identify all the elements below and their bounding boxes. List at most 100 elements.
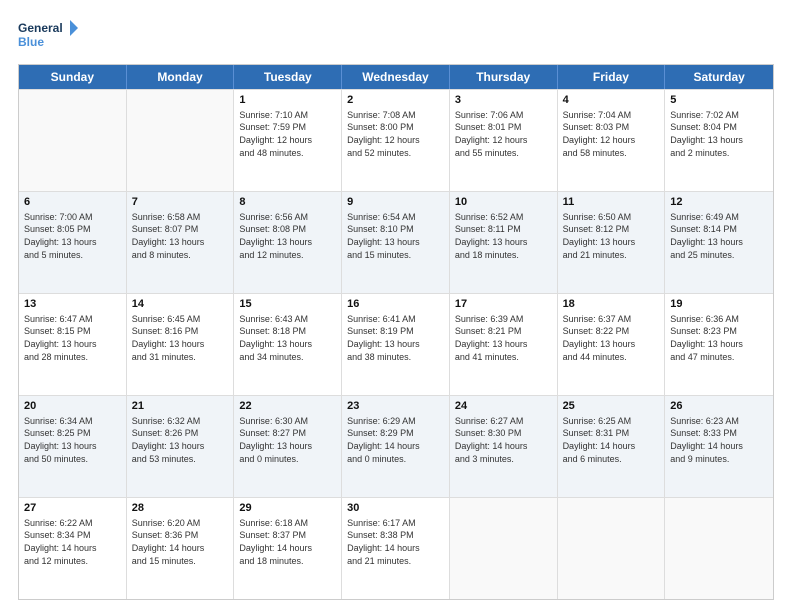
svg-text:Blue: Blue [18,35,44,49]
cell-info: Sunrise: 6:49 AM Sunset: 8:14 PM Dayligh… [670,211,768,261]
calendar-cell: 22Sunrise: 6:30 AM Sunset: 8:27 PM Dayli… [234,396,342,497]
calendar-cell: 8Sunrise: 6:56 AM Sunset: 8:08 PM Daylig… [234,192,342,293]
calendar-cell: 24Sunrise: 6:27 AM Sunset: 8:30 PM Dayli… [450,396,558,497]
day-number: 19 [670,297,768,312]
calendar-cell: 27Sunrise: 6:22 AM Sunset: 8:34 PM Dayli… [19,498,127,599]
calendar-header-cell: Saturday [665,65,773,89]
calendar-header-row: SundayMondayTuesdayWednesdayThursdayFrid… [19,65,773,89]
calendar-week-row: 20Sunrise: 6:34 AM Sunset: 8:25 PM Dayli… [19,395,773,497]
day-number: 30 [347,501,444,516]
calendar-header-cell: Tuesday [234,65,342,89]
calendar-cell [558,498,666,599]
cell-info: Sunrise: 7:06 AM Sunset: 8:01 PM Dayligh… [455,109,552,159]
calendar-cell: 2Sunrise: 7:08 AM Sunset: 8:00 PM Daylig… [342,90,450,191]
calendar-cell: 11Sunrise: 6:50 AM Sunset: 8:12 PM Dayli… [558,192,666,293]
calendar-cell: 18Sunrise: 6:37 AM Sunset: 8:22 PM Dayli… [558,294,666,395]
cell-info: Sunrise: 6:22 AM Sunset: 8:34 PM Dayligh… [24,517,121,567]
calendar-cell: 26Sunrise: 6:23 AM Sunset: 8:33 PM Dayli… [665,396,773,497]
day-number: 9 [347,195,444,210]
svg-text:General: General [18,21,63,35]
calendar-cell: 12Sunrise: 6:49 AM Sunset: 8:14 PM Dayli… [665,192,773,293]
calendar-header-cell: Friday [558,65,666,89]
calendar-cell: 21Sunrise: 6:32 AM Sunset: 8:26 PM Dayli… [127,396,235,497]
day-number: 1 [239,93,336,108]
calendar-cell: 7Sunrise: 6:58 AM Sunset: 8:07 PM Daylig… [127,192,235,293]
cell-info: Sunrise: 6:20 AM Sunset: 8:36 PM Dayligh… [132,517,229,567]
day-number: 18 [563,297,660,312]
calendar-cell: 25Sunrise: 6:25 AM Sunset: 8:31 PM Dayli… [558,396,666,497]
calendar-cell: 20Sunrise: 6:34 AM Sunset: 8:25 PM Dayli… [19,396,127,497]
logo-svg: General Blue [18,18,78,54]
cell-info: Sunrise: 6:37 AM Sunset: 8:22 PM Dayligh… [563,313,660,363]
cell-info: Sunrise: 6:41 AM Sunset: 8:19 PM Dayligh… [347,313,444,363]
day-number: 24 [455,399,552,414]
day-number: 23 [347,399,444,414]
day-number: 10 [455,195,552,210]
cell-info: Sunrise: 6:32 AM Sunset: 8:26 PM Dayligh… [132,415,229,465]
calendar-cell: 16Sunrise: 6:41 AM Sunset: 8:19 PM Dayli… [342,294,450,395]
calendar-cell [19,90,127,191]
calendar-cell: 30Sunrise: 6:17 AM Sunset: 8:38 PM Dayli… [342,498,450,599]
day-number: 3 [455,93,552,108]
cell-info: Sunrise: 6:50 AM Sunset: 8:12 PM Dayligh… [563,211,660,261]
day-number: 5 [670,93,768,108]
calendar-body: 1Sunrise: 7:10 AM Sunset: 7:59 PM Daylig… [19,89,773,599]
calendar-cell: 9Sunrise: 6:54 AM Sunset: 8:10 PM Daylig… [342,192,450,293]
cell-info: Sunrise: 6:36 AM Sunset: 8:23 PM Dayligh… [670,313,768,363]
cell-info: Sunrise: 6:17 AM Sunset: 8:38 PM Dayligh… [347,517,444,567]
cell-info: Sunrise: 7:04 AM Sunset: 8:03 PM Dayligh… [563,109,660,159]
calendar-cell: 28Sunrise: 6:20 AM Sunset: 8:36 PM Dayli… [127,498,235,599]
cell-info: Sunrise: 7:00 AM Sunset: 8:05 PM Dayligh… [24,211,121,261]
cell-info: Sunrise: 6:52 AM Sunset: 8:11 PM Dayligh… [455,211,552,261]
cell-info: Sunrise: 7:10 AM Sunset: 7:59 PM Dayligh… [239,109,336,159]
calendar-header-cell: Monday [127,65,235,89]
day-number: 20 [24,399,121,414]
day-number: 17 [455,297,552,312]
day-number: 13 [24,297,121,312]
cell-info: Sunrise: 6:56 AM Sunset: 8:08 PM Dayligh… [239,211,336,261]
day-number: 2 [347,93,444,108]
calendar-header-cell: Wednesday [342,65,450,89]
calendar-header-cell: Sunday [19,65,127,89]
calendar-cell: 5Sunrise: 7:02 AM Sunset: 8:04 PM Daylig… [665,90,773,191]
day-number: 25 [563,399,660,414]
cell-info: Sunrise: 6:47 AM Sunset: 8:15 PM Dayligh… [24,313,121,363]
cell-info: Sunrise: 6:27 AM Sunset: 8:30 PM Dayligh… [455,415,552,465]
calendar-cell: 10Sunrise: 6:52 AM Sunset: 8:11 PM Dayli… [450,192,558,293]
cell-info: Sunrise: 7:08 AM Sunset: 8:00 PM Dayligh… [347,109,444,159]
day-number: 8 [239,195,336,210]
day-number: 15 [239,297,336,312]
page: General Blue SundayMondayTuesdayWednesda… [0,0,792,612]
calendar-cell [450,498,558,599]
cell-info: Sunrise: 7:02 AM Sunset: 8:04 PM Dayligh… [670,109,768,159]
day-number: 14 [132,297,229,312]
calendar-week-row: 27Sunrise: 6:22 AM Sunset: 8:34 PM Dayli… [19,497,773,599]
logo: General Blue [18,18,78,54]
header: General Blue [18,18,774,54]
calendar-cell: 14Sunrise: 6:45 AM Sunset: 8:16 PM Dayli… [127,294,235,395]
cell-info: Sunrise: 6:18 AM Sunset: 8:37 PM Dayligh… [239,517,336,567]
calendar-cell: 3Sunrise: 7:06 AM Sunset: 8:01 PM Daylig… [450,90,558,191]
cell-info: Sunrise: 6:25 AM Sunset: 8:31 PM Dayligh… [563,415,660,465]
day-number: 28 [132,501,229,516]
day-number: 12 [670,195,768,210]
calendar-cell: 13Sunrise: 6:47 AM Sunset: 8:15 PM Dayli… [19,294,127,395]
day-number: 7 [132,195,229,210]
calendar-cell [665,498,773,599]
calendar-cell: 17Sunrise: 6:39 AM Sunset: 8:21 PM Dayli… [450,294,558,395]
cell-info: Sunrise: 6:30 AM Sunset: 8:27 PM Dayligh… [239,415,336,465]
calendar-cell: 29Sunrise: 6:18 AM Sunset: 8:37 PM Dayli… [234,498,342,599]
calendar-cell: 1Sunrise: 7:10 AM Sunset: 7:59 PM Daylig… [234,90,342,191]
calendar-header-cell: Thursday [450,65,558,89]
cell-info: Sunrise: 6:29 AM Sunset: 8:29 PM Dayligh… [347,415,444,465]
cell-info: Sunrise: 6:45 AM Sunset: 8:16 PM Dayligh… [132,313,229,363]
day-number: 6 [24,195,121,210]
calendar-week-row: 1Sunrise: 7:10 AM Sunset: 7:59 PM Daylig… [19,89,773,191]
calendar-cell: 15Sunrise: 6:43 AM Sunset: 8:18 PM Dayli… [234,294,342,395]
day-number: 29 [239,501,336,516]
day-number: 11 [563,195,660,210]
calendar-cell: 19Sunrise: 6:36 AM Sunset: 8:23 PM Dayli… [665,294,773,395]
calendar-week-row: 13Sunrise: 6:47 AM Sunset: 8:15 PM Dayli… [19,293,773,395]
day-number: 16 [347,297,444,312]
calendar-cell [127,90,235,191]
